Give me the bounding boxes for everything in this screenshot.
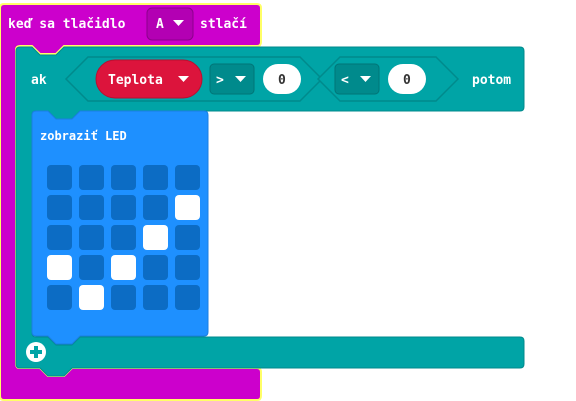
led-off[interactable]	[111, 285, 136, 310]
led-off[interactable]	[143, 285, 168, 310]
gt-value-text: 0	[278, 73, 286, 88]
event-label-after: stlačí	[200, 17, 247, 32]
gt-operator-label: >	[216, 73, 224, 88]
led-on[interactable]	[79, 285, 104, 310]
led-off[interactable]	[175, 285, 200, 310]
event-label-before: keď sa tlačidlo	[8, 17, 126, 32]
led-off[interactable]	[47, 195, 72, 220]
led-grid[interactable]	[47, 165, 200, 310]
then-label: potom	[472, 73, 511, 88]
add-else-button[interactable]	[26, 342, 46, 362]
led-on[interactable]	[111, 255, 136, 280]
if-label: ak	[31, 73, 47, 88]
greater-than-operator-dropdown[interactable]: >	[209, 63, 255, 95]
led-on[interactable]	[143, 225, 168, 250]
show-leds-block[interactable]: zobraziť LED	[31, 110, 209, 345]
lt-value-input[interactable]: 0	[388, 64, 426, 94]
led-off[interactable]	[111, 195, 136, 220]
led-off[interactable]	[175, 255, 200, 280]
led-off[interactable]	[143, 255, 168, 280]
led-off[interactable]	[175, 225, 200, 250]
led-off[interactable]	[175, 165, 200, 190]
led-off[interactable]	[47, 225, 72, 250]
button-select-box	[146, 7, 194, 41]
temperature-reporter[interactable]: Teplota	[95, 59, 203, 99]
led-off[interactable]	[79, 195, 104, 220]
plus-icon-vertical	[34, 346, 38, 358]
lt-value-text: 0	[403, 73, 411, 88]
led-off[interactable]	[111, 165, 136, 190]
led-off[interactable]	[79, 255, 104, 280]
led-off[interactable]	[47, 165, 72, 190]
button-select-dropdown[interactable]: A	[146, 7, 194, 41]
led-off[interactable]	[143, 165, 168, 190]
led-on[interactable]	[47, 255, 72, 280]
lt-operator-label: <	[341, 73, 349, 88]
show-leds-label: zobraziť LED	[40, 129, 127, 143]
temperature-reporter-label: Teplota	[108, 73, 163, 88]
led-off[interactable]	[47, 285, 72, 310]
led-off[interactable]	[143, 195, 168, 220]
led-on[interactable]	[175, 195, 200, 220]
gt-value-input[interactable]: 0	[263, 64, 301, 94]
led-off[interactable]	[79, 165, 104, 190]
code-workspace[interactable]: keď sa tlačidlo A stlačí ak Teplota > 0 …	[0, 0, 576, 401]
led-off[interactable]	[79, 225, 104, 250]
less-than-operator-dropdown[interactable]: <	[334, 63, 380, 95]
button-select-value: A	[156, 17, 164, 32]
led-off[interactable]	[111, 225, 136, 250]
